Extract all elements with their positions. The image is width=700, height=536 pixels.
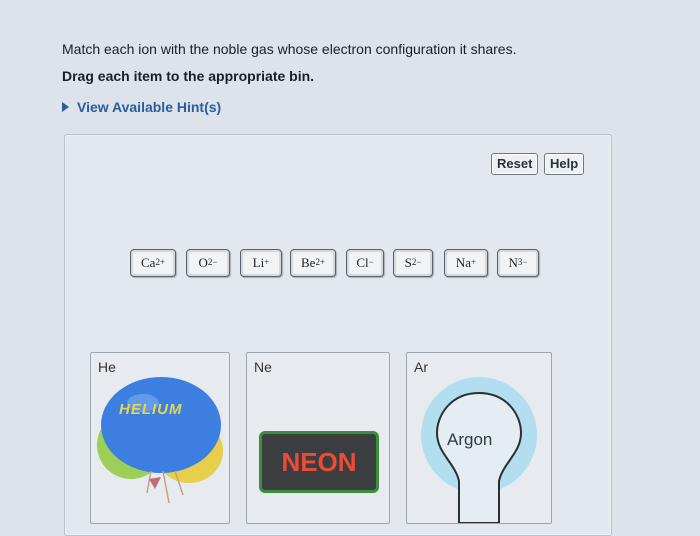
ion-symbol: Ca — [140, 255, 156, 270]
ion-chip-n[interactable]: N 3− — [497, 249, 539, 277]
view-hints-label: View Available Hint(s) — [77, 99, 222, 115]
ion-symbol: N — [508, 255, 518, 270]
ion-symbol: Na — [455, 255, 472, 270]
bin-label-ne: Ne — [254, 359, 272, 375]
reset-button[interactable]: Reset — [491, 153, 539, 175]
ion-symbol: S — [404, 255, 412, 270]
ion-symbol: O — [198, 255, 208, 270]
helium-balloon-text: HELIUM — [119, 401, 183, 418]
ion-chip-ca[interactable]: Ca 2+ — [130, 249, 176, 277]
ion-charge: 2− — [207, 257, 218, 267]
ion-symbol: Be — [300, 255, 316, 270]
neon-sign-text: NEON — [281, 446, 357, 477]
help-button[interactable]: Help — [544, 153, 585, 175]
ion-charge: 2− — [411, 257, 422, 267]
neon-sign-image: NEON — [259, 431, 379, 493]
ion-symbol: Cl — [356, 255, 369, 270]
bin-argon[interactable]: Ar Argon — [406, 352, 552, 524]
bin-helium[interactable]: He HELIUM — [90, 352, 230, 524]
expand-triangle-icon — [62, 102, 69, 112]
ion-chip-s[interactable]: S 2− — [393, 249, 433, 277]
ion-chip-cl[interactable]: Cl − — [346, 249, 384, 277]
argon-bulb-text: Argon — [447, 430, 493, 449]
ion-charge: 2+ — [315, 257, 326, 267]
ion-charge: − — [368, 257, 374, 267]
ion-charge: 3− — [517, 257, 528, 267]
helium-balloons-image — [97, 377, 223, 504]
ion-chip-na[interactable]: Na + — [444, 249, 488, 277]
drag-instruction: Drag each item to the appropriate bin. — [62, 68, 315, 84]
ion-chip-be[interactable]: Be 2+ — [290, 249, 336, 277]
ion-symbol: Li — [252, 255, 265, 270]
ion-chip-o[interactable]: O 2− — [186, 249, 230, 277]
ion-chip-li[interactable]: Li + — [240, 249, 282, 277]
ion-charge: + — [264, 257, 270, 267]
bin-neon[interactable]: Ne NEON — [246, 352, 390, 524]
instruction-text: Match each ion with the noble gas whose … — [62, 41, 517, 57]
ion-charge: + — [471, 257, 477, 267]
view-hints-link[interactable]: View Available Hint(s) — [62, 99, 221, 115]
ion-charge: 2+ — [155, 257, 166, 267]
